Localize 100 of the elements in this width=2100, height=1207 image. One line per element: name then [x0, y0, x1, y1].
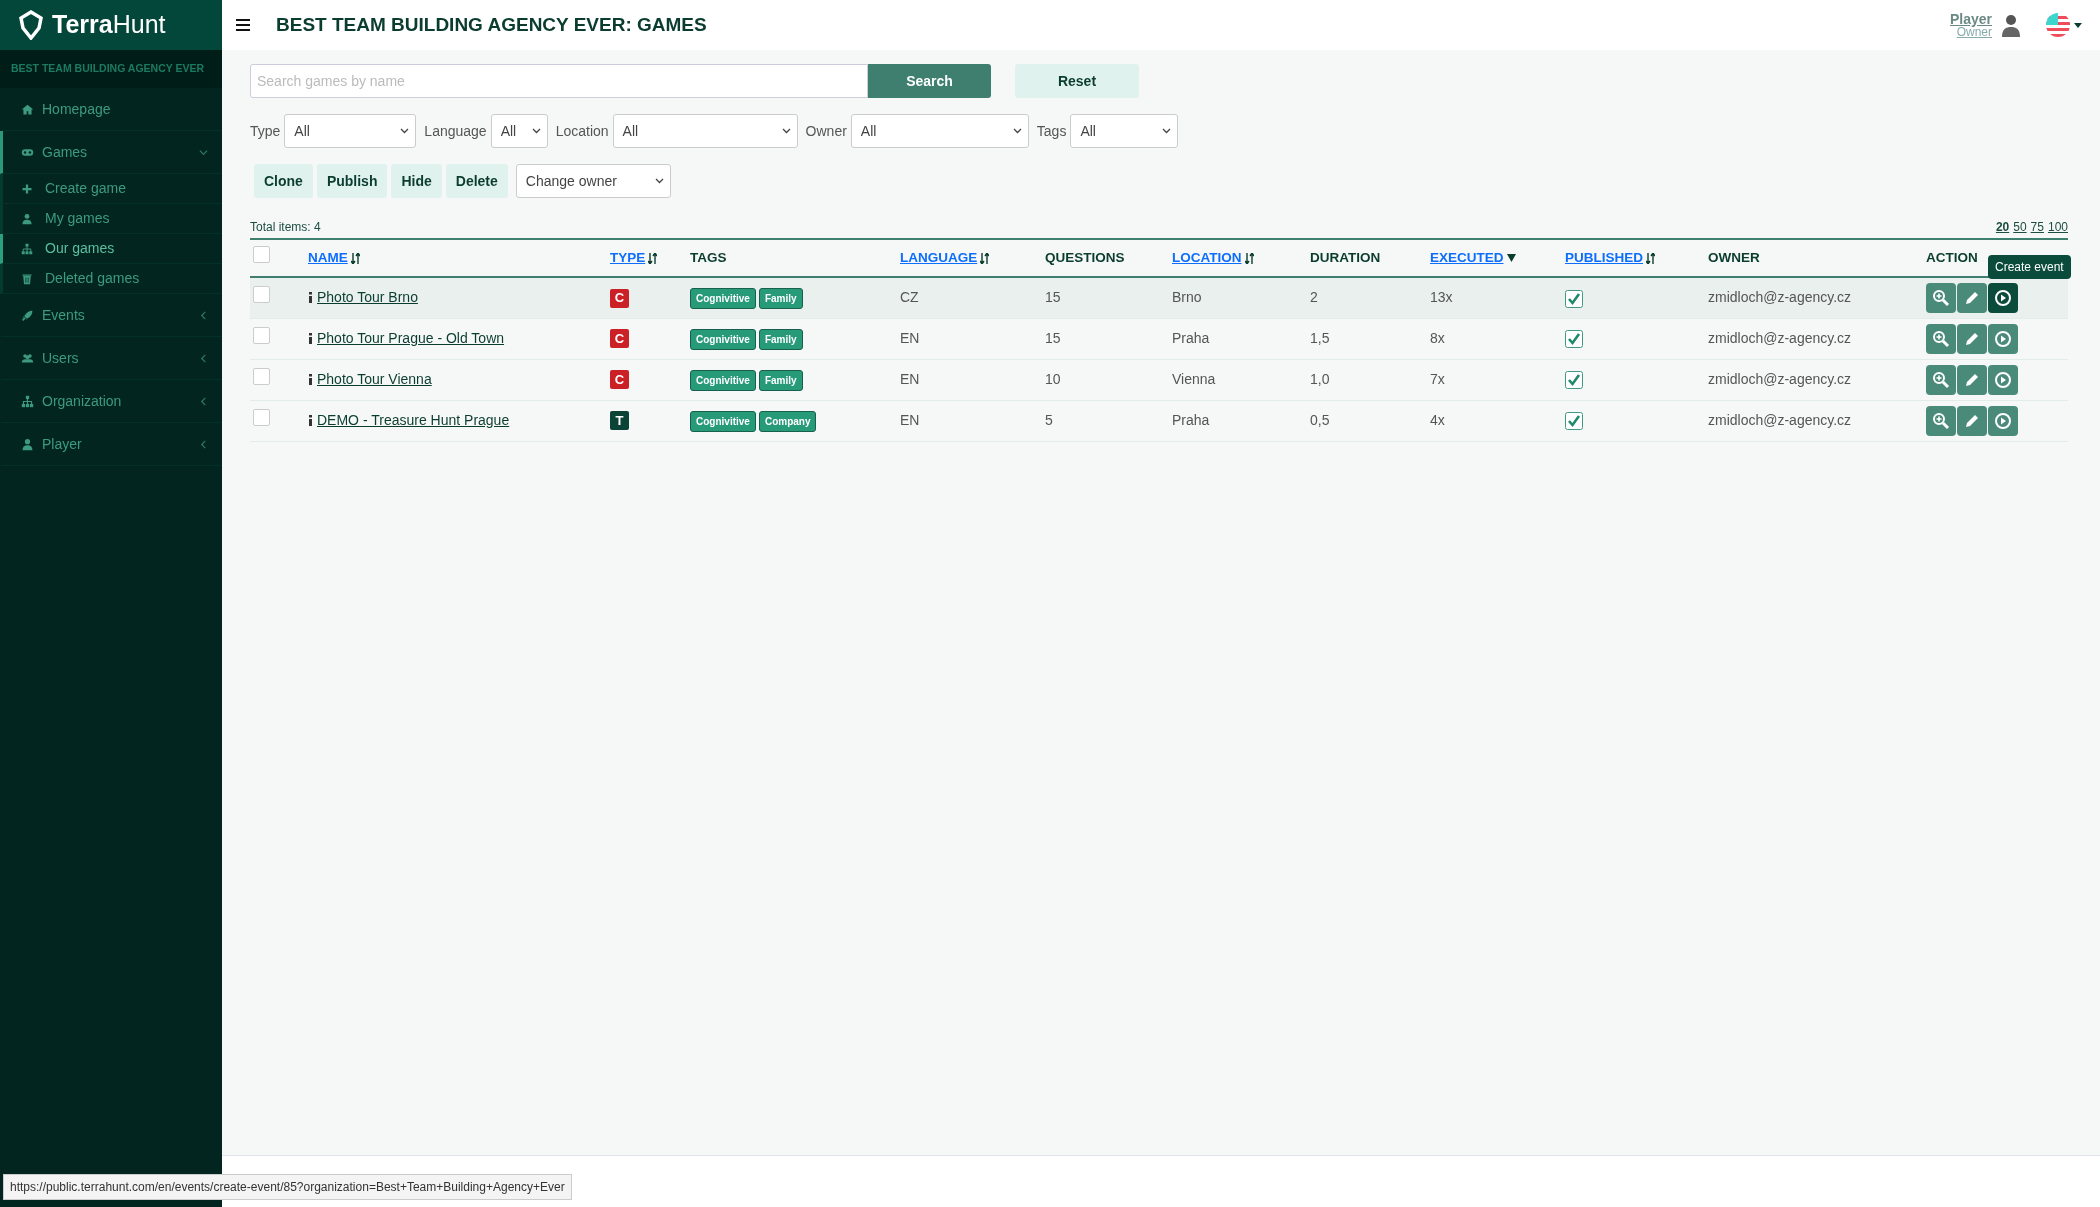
view-button[interactable]: [1926, 405, 1956, 436]
avatar: [2000, 13, 2022, 37]
column-header[interactable]: LOCATION: [1172, 247, 1254, 269]
column-header: DURATION: [1310, 249, 1381, 265]
bulk-action-button[interactable]: Hide: [391, 164, 442, 198]
tag-badge: Cognivitive: [690, 369, 756, 391]
filter-select[interactable]: All: [284, 114, 417, 148]
total-items: Total items: 4: [250, 219, 321, 236]
plus-icon: [21, 182, 33, 195]
type-badge: T: [610, 411, 629, 431]
table-cell: EN: [900, 412, 920, 428]
filter-label: Language: [424, 121, 487, 141]
sitemap-icon: [21, 394, 34, 408]
tag-badge: Cognivitive: [690, 410, 756, 432]
search-field[interactable]: Search games by name: [250, 64, 868, 98]
type-badge: C: [610, 370, 629, 390]
table-cell: 15: [1045, 330, 1061, 346]
user-icon: [21, 212, 33, 225]
row-checkbox[interactable]: [253, 368, 270, 385]
table-cell: zmidloch@z-agency.cz: [1708, 330, 1852, 346]
tag-badge: Company: [758, 410, 817, 432]
info-icon: [308, 332, 313, 344]
user-name[interactable]: Player: [1949, 12, 1992, 26]
trash-icon: [21, 272, 33, 285]
table-cell: 4x: [1430, 412, 1445, 428]
table-cell: Brno: [1172, 289, 1202, 306]
table-cell: 13x: [1430, 289, 1453, 306]
page-size-link[interactable]: 75: [2030, 218, 2044, 236]
table-cell: zmidloch@z-agency.cz: [1708, 412, 1852, 428]
tag-badge: Cognivitive: [690, 287, 756, 309]
view-button[interactable]: [1926, 282, 1956, 313]
flag-icon: [2046, 13, 2070, 37]
tooltip: Create event: [1988, 254, 2071, 279]
table-cell: 1,0: [1310, 371, 1330, 387]
zoom-in-icon: [1932, 411, 1950, 430]
row-checkbox[interactable]: [253, 327, 270, 344]
filter-select[interactable]: All: [1070, 114, 1179, 148]
table-cell: 8x: [1430, 330, 1445, 346]
zoom-in-icon: [1932, 288, 1950, 307]
table-cell: EN: [900, 371, 920, 387]
menu-icon: [236, 19, 250, 31]
info-icon: [308, 291, 313, 303]
game-name-link[interactable]: Photo Tour Brno: [317, 286, 418, 308]
table-cell: CZ: [900, 289, 919, 306]
users-icon: [21, 351, 34, 365]
filter-select[interactable]: All: [490, 114, 548, 148]
game-name-link[interactable]: Photo Tour Vienna: [317, 368, 432, 390]
edit-button[interactable]: [1957, 405, 1987, 436]
play-icon: [1994, 329, 2012, 348]
page-title: BEST TEAM BUILDING AGENCY EVER: GAMES: [276, 12, 708, 37]
column-header[interactable]: PUBLISHED: [1565, 247, 1655, 269]
zoom-in-icon: [1932, 370, 1950, 389]
pencil-icon: [1964, 289, 1980, 306]
play-icon: [1994, 411, 2012, 430]
column-header[interactable]: NAME: [308, 247, 360, 269]
page-size-link[interactable]: 100: [2047, 218, 2068, 236]
table-cell: 5: [1045, 412, 1053, 428]
edit-button[interactable]: [1957, 364, 1987, 395]
view-button[interactable]: [1926, 364, 1956, 395]
tag-badge: Cognivitive: [690, 328, 756, 350]
pencil-icon: [1964, 330, 1980, 347]
row-checkbox[interactable]: [253, 286, 270, 304]
reset-button[interactable]: Reset: [1015, 64, 1139, 98]
column-header: OWNER: [1708, 249, 1760, 265]
view-button[interactable]: [1926, 323, 1956, 354]
filter-label: Tags: [1036, 121, 1067, 141]
table-cell: zmidloch@z-agency.cz: [1708, 289, 1852, 306]
table-cell: Praha: [1172, 412, 1210, 428]
filter-select[interactable]: All: [850, 114, 1029, 148]
row-checkbox[interactable]: [253, 409, 270, 426]
play-icon: [1994, 288, 2012, 307]
column-header[interactable]: TYPE: [610, 247, 658, 269]
owner-select[interactable]: Change owner: [515, 164, 671, 198]
search-button[interactable]: Search: [868, 64, 991, 98]
bulk-action-button[interactable]: Delete: [445, 164, 508, 198]
column-header[interactable]: LANGUAGE: [900, 247, 990, 269]
edit-button[interactable]: [1957, 323, 1987, 354]
select-all-checkbox[interactable]: [253, 246, 270, 264]
page-size-link[interactable]: 20: [1995, 218, 2010, 236]
table-cell: 7x: [1430, 371, 1445, 387]
bulk-action-button[interactable]: Publish: [316, 164, 388, 198]
create-event-button[interactable]: [1988, 282, 2018, 313]
user-icon: [21, 437, 34, 451]
edit-button[interactable]: [1957, 282, 1987, 313]
table-cell: 15: [1045, 289, 1061, 306]
sitemap-icon: [21, 242, 33, 255]
game-name-link[interactable]: DEMO - Treasure Hunt Prague: [317, 409, 510, 431]
filter-label: Owner: [805, 121, 847, 141]
caret-icon: [1012, 128, 1022, 134]
filter-select[interactable]: All: [612, 114, 798, 148]
page-size-link[interactable]: 50: [2013, 218, 2027, 236]
pencil-icon: [1964, 412, 1980, 429]
caret-icon: [400, 128, 410, 134]
organization-name: BEST TEAM BUILDING AGENCY EVER: [11, 61, 205, 77]
bulk-action-button[interactable]: Clone: [254, 164, 313, 198]
type-badge: C: [610, 288, 629, 308]
caret-icon: [2074, 22, 2082, 28]
caret-icon: [531, 128, 541, 134]
game-name-link[interactable]: Photo Tour Prague - Old Town: [317, 327, 505, 349]
column-header[interactable]: EXECUTED: [1430, 247, 1516, 269]
